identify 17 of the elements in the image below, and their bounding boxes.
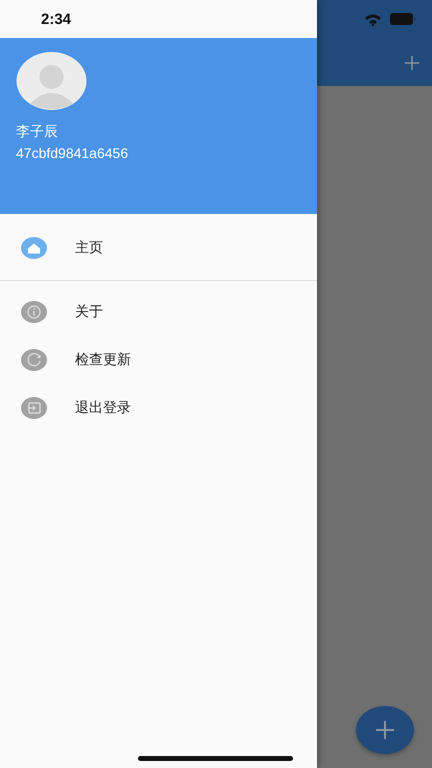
- add-icon[interactable]: [404, 55, 420, 71]
- user-name: 李子辰: [16, 123, 59, 141]
- menu-item[interactable]: 主页: [0, 226, 317, 270]
- home-icon: [21, 235, 47, 261]
- wifi-icon: [364, 12, 382, 26]
- menu-item[interactable]: 检查更新: [0, 338, 317, 382]
- refresh-icon: [21, 347, 47, 373]
- menu-item[interactable]: 关于: [0, 290, 317, 334]
- info-icon: [21, 299, 47, 325]
- menu-item[interactable]: 退出登录: [0, 386, 317, 430]
- exit-icon: [21, 395, 47, 421]
- user-id: 47cbfd9841a6456: [16, 145, 130, 161]
- plus-icon: [375, 720, 395, 740]
- status-time: 2:34: [41, 10, 72, 28]
- add-button[interactable]: [356, 706, 414, 754]
- battery-icon: [390, 13, 416, 25]
- avatar-icon: [16, 52, 87, 110]
